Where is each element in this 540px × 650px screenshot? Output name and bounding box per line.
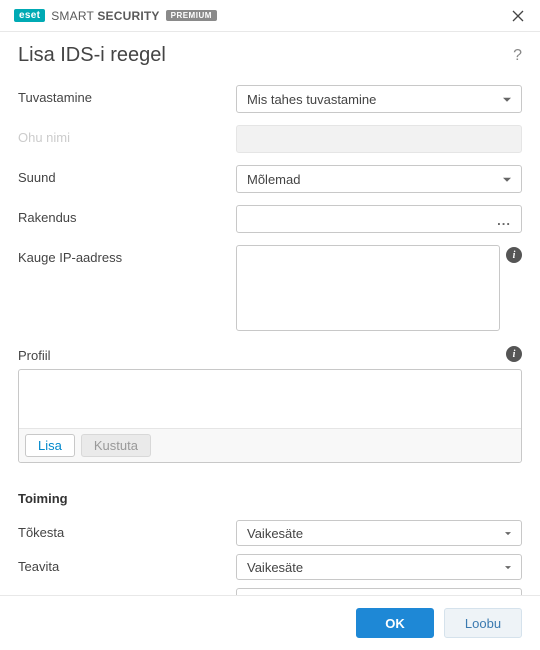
remote-ip-input[interactable] xyxy=(236,245,500,331)
browse-button[interactable]: ... xyxy=(497,213,511,228)
footer: OK Loobu xyxy=(0,595,540,650)
profile-box: Lisa Kustuta xyxy=(18,369,522,463)
block-select[interactable]: Vaikesäte xyxy=(236,520,522,546)
block-value: Vaikesäte xyxy=(247,526,303,541)
close-button[interactable] xyxy=(508,6,528,26)
brand: eset SMART SECURITY PREMIUM xyxy=(14,9,217,23)
ok-button[interactable]: OK xyxy=(356,608,434,638)
notify-label: Teavita xyxy=(18,554,236,574)
direction-select[interactable]: Mõlemad xyxy=(236,165,522,193)
add-button[interactable]: Lisa xyxy=(25,434,75,457)
brand-logo: eset xyxy=(14,9,45,22)
delete-button: Kustuta xyxy=(81,434,151,457)
action-section-title: Toiming xyxy=(18,491,522,506)
threat-name-label: Ohu nimi xyxy=(18,125,236,145)
detection-select[interactable]: Mis tahes tuvastamine xyxy=(236,85,522,113)
application-input[interactable]: ... xyxy=(236,205,522,233)
cancel-button[interactable]: Loobu xyxy=(444,608,522,638)
direction-label: Suund xyxy=(18,165,236,185)
brand-text-bold: SECURITY xyxy=(97,9,159,23)
profile-list[interactable] xyxy=(19,370,521,428)
close-icon xyxy=(512,10,524,22)
info-icon[interactable]: i xyxy=(506,247,522,263)
brand-text-light: SMART xyxy=(51,9,97,23)
remote-ip-label: Kauge IP-aadress xyxy=(18,245,236,265)
notify-select[interactable]: Vaikesäte xyxy=(236,554,522,580)
brand-text: SMART SECURITY xyxy=(51,9,159,23)
profile-label: Profiil xyxy=(18,343,51,363)
detection-value: Mis tahes tuvastamine xyxy=(247,92,376,107)
dialog-title: Lisa IDS-i reegel xyxy=(18,44,166,67)
brand-badge: PREMIUM xyxy=(166,10,217,21)
threat-name-input xyxy=(236,125,522,153)
detection-label: Tuvastamine xyxy=(18,85,236,105)
info-icon[interactable]: i xyxy=(506,346,522,362)
titlebar: eset SMART SECURITY PREMIUM xyxy=(0,0,540,32)
block-label: Tõkesta xyxy=(18,520,236,540)
application-label: Rakendus xyxy=(18,205,236,225)
help-button[interactable]: ? xyxy=(513,47,522,65)
direction-value: Mõlemad xyxy=(247,172,300,187)
notify-value: Vaikesäte xyxy=(247,560,303,575)
